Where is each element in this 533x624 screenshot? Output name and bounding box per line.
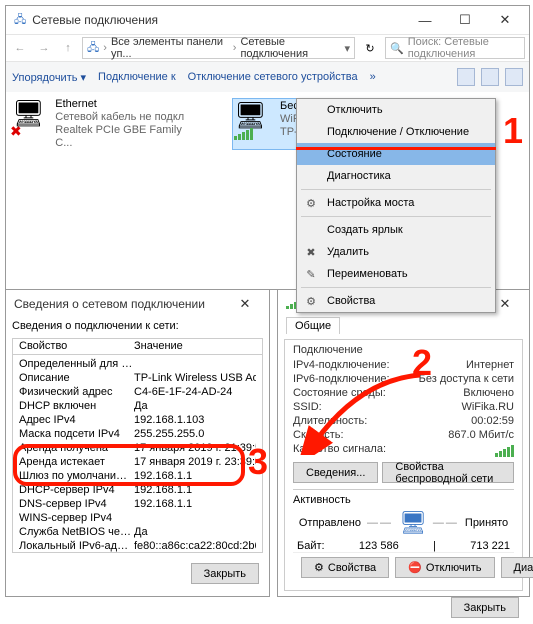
annotation-3: 3 bbox=[248, 441, 268, 483]
path-current[interactable]: Сетевые подключения bbox=[240, 36, 340, 60]
context-menu-item[interactable]: Диагностика bbox=[297, 165, 495, 187]
context-menu-item[interactable]: ✎ Переименовать bbox=[297, 263, 495, 285]
connection-label: Подключение bbox=[293, 344, 514, 356]
adapter-device: Realtek PCIe GBE Family C... bbox=[55, 124, 192, 150]
menu-label: Отключить bbox=[327, 104, 383, 116]
diagnose-button[interactable]: Диагностика bbox=[501, 557, 533, 578]
details-titlebar: Сведения о сетевом подключении ✕ bbox=[6, 290, 269, 318]
context-menu-item[interactable]: Подключение / Отключение bbox=[297, 121, 495, 143]
wifi-adapter-icon: 🖥 bbox=[234, 100, 267, 130]
search-placeholder: Поиск: Сетевые подключения bbox=[408, 36, 520, 60]
menu-icon: ⚙ bbox=[303, 197, 319, 210]
bytes-sent: 123 586 bbox=[359, 540, 399, 552]
search-input[interactable]: 🔍 Поиск: Сетевые подключения bbox=[385, 37, 525, 59]
col-val: Значение bbox=[134, 340, 256, 352]
close-button[interactable]: ✕ bbox=[485, 8, 525, 32]
adapter-ethernet[interactable]: 🖥 ✖ Ethernet Сетевой кабель не подкл Rea… bbox=[12, 98, 192, 150]
organize-button[interactable]: Упорядочить ▾ bbox=[12, 71, 86, 84]
disconnected-icon: ✖ bbox=[10, 123, 22, 140]
menu-label: Удалить bbox=[327, 246, 369, 258]
sent-label: Отправлено bbox=[299, 517, 361, 529]
menu-label: Свойства bbox=[327, 295, 375, 307]
address-bar[interactable]: 🖧 › Все элементы панели уп... › Сетевые … bbox=[82, 37, 355, 59]
annotation-line bbox=[296, 147, 496, 150]
property-row[interactable]: Локальный IPv6-адрес...fe80::a86c:ca22:8… bbox=[13, 539, 262, 552]
context-menu: ОтключитьПодключение / ОтключениеСостоян… bbox=[296, 98, 496, 313]
bytes-recv: 713 221 bbox=[470, 540, 510, 552]
menu-label: Диагностика bbox=[327, 170, 391, 182]
details-dialog: Сведения о сетевом подключении ✕ Сведени… bbox=[5, 289, 270, 597]
property-row[interactable]: Шлюз по умолчанию IP...192.168.1.1 bbox=[13, 469, 262, 483]
property-row[interactable]: Аренда истекает17 января 2019 г. 23:39:5… bbox=[13, 455, 262, 469]
property-row[interactable]: Служба NetBIOS чере...Да bbox=[13, 525, 262, 539]
wireless-props-button[interactable]: Свойства беспроводной сети bbox=[382, 462, 514, 483]
disable-icon: ⛔ bbox=[408, 561, 422, 574]
bytes-label: Байт: bbox=[297, 540, 325, 552]
menu-label: Подключение / Отключение bbox=[327, 126, 469, 138]
view-list-button[interactable] bbox=[481, 68, 499, 86]
property-row[interactable]: Маска подсети IPv4255.255.255.0 bbox=[13, 427, 262, 441]
property-row[interactable]: Адрес IPv4192.168.1.103 bbox=[13, 413, 262, 427]
network-icon: 🖧 bbox=[14, 11, 26, 30]
recv-label: Принято bbox=[465, 517, 508, 529]
tab-general[interactable]: Общие bbox=[286, 317, 340, 334]
adapter-status: Сетевой кабель не подкл bbox=[55, 111, 192, 124]
menu-label: Создать ярлык bbox=[327, 224, 403, 236]
property-row[interactable]: ОписаниеTP-Link Wireless USB Adapter bbox=[13, 371, 262, 385]
annotation-2: 2 bbox=[412, 342, 432, 384]
group-label: Сведения о подключении к сети: bbox=[6, 318, 269, 334]
properties-button[interactable]: ⚙Свойства bbox=[301, 557, 389, 578]
gear-icon: ⚙ bbox=[314, 561, 324, 574]
details-button[interactable]: Сведения... bbox=[293, 462, 378, 483]
property-row[interactable]: Физический адресC4-6E-1F-24-AD-24 bbox=[13, 385, 262, 399]
annotation-1: 1 bbox=[503, 110, 523, 152]
property-row[interactable]: Определенный для по... bbox=[13, 357, 262, 371]
property-row[interactable]: Аренда получена17 января 2019 г. 21:39:5… bbox=[13, 441, 262, 455]
disable-device-button[interactable]: Отключение сетевого устройства bbox=[188, 71, 358, 83]
close-button[interactable]: ✕ bbox=[225, 292, 265, 316]
control-panel-icon: 🖧 bbox=[87, 39, 99, 58]
menu-icon: ⚙ bbox=[303, 295, 319, 308]
property-row[interactable]: WINS-сервер IPv4 bbox=[13, 511, 262, 525]
menu-icon: ✖ bbox=[303, 246, 319, 259]
close-status-button[interactable]: Закрыть bbox=[451, 597, 519, 618]
maximize-button[interactable]: ☐ bbox=[445, 8, 485, 32]
help-button[interactable] bbox=[505, 68, 523, 86]
more-button[interactable]: » bbox=[370, 71, 376, 83]
property-row[interactable]: DHCP включенДа bbox=[13, 399, 262, 413]
activity-icon: 🖥 bbox=[399, 510, 427, 536]
context-menu-item[interactable]: Создать ярлык bbox=[297, 219, 495, 241]
command-bar: Упорядочить ▾ Подключение к Отключение с… bbox=[6, 62, 529, 92]
connect-to-button[interactable]: Подключение к bbox=[98, 71, 176, 83]
details-title: Сведения о сетевом подключении bbox=[14, 297, 225, 311]
forward-button[interactable]: → bbox=[34, 38, 54, 58]
menu-label: Переименовать bbox=[327, 268, 408, 280]
signal-quality-icon bbox=[495, 443, 514, 457]
back-button[interactable]: ← bbox=[10, 38, 30, 58]
context-menu-item[interactable]: Отключить bbox=[297, 99, 495, 121]
minimize-button[interactable]: — bbox=[405, 8, 445, 32]
disable-button[interactable]: ⛔Отключить bbox=[395, 557, 494, 578]
property-row[interactable]: DHCP-сервер IPv4192.168.1.1 bbox=[13, 483, 262, 497]
up-button[interactable]: ↑ bbox=[58, 38, 78, 58]
window-title: Сетевые подключения bbox=[32, 13, 405, 27]
explorer-titlebar: 🖧 Сетевые подключения — ☐ ✕ bbox=[6, 6, 529, 34]
close-details-button[interactable]: Закрыть bbox=[191, 563, 259, 584]
refresh-button[interactable]: ↻ bbox=[359, 42, 381, 55]
signal-icon bbox=[234, 128, 253, 140]
property-list: СвойствоЗначение Определенный для по...Оп… bbox=[13, 339, 262, 552]
activity-label: Активность bbox=[293, 494, 514, 506]
context-menu-item[interactable]: ⚙ Настройка моста bbox=[297, 192, 495, 214]
context-menu-item[interactable]: ⚙ Свойства bbox=[297, 290, 495, 312]
context-menu-item[interactable]: ✖ Удалить bbox=[297, 241, 495, 263]
menu-icon: ✎ bbox=[303, 268, 319, 281]
menu-label: Настройка моста bbox=[327, 197, 414, 209]
nav-bar: ← → ↑ 🖧 › Все элементы панели уп... › Се… bbox=[6, 34, 529, 62]
adapter-name: Ethernet bbox=[55, 98, 192, 111]
view-icons-button[interactable] bbox=[457, 68, 475, 86]
col-key: Свойство bbox=[19, 340, 134, 352]
property-row[interactable]: DNS-сервер IPv4192.168.1.1 bbox=[13, 497, 262, 511]
path-root[interactable]: Все элементы панели уп... bbox=[111, 36, 229, 60]
search-icon: 🔍 bbox=[390, 42, 404, 55]
